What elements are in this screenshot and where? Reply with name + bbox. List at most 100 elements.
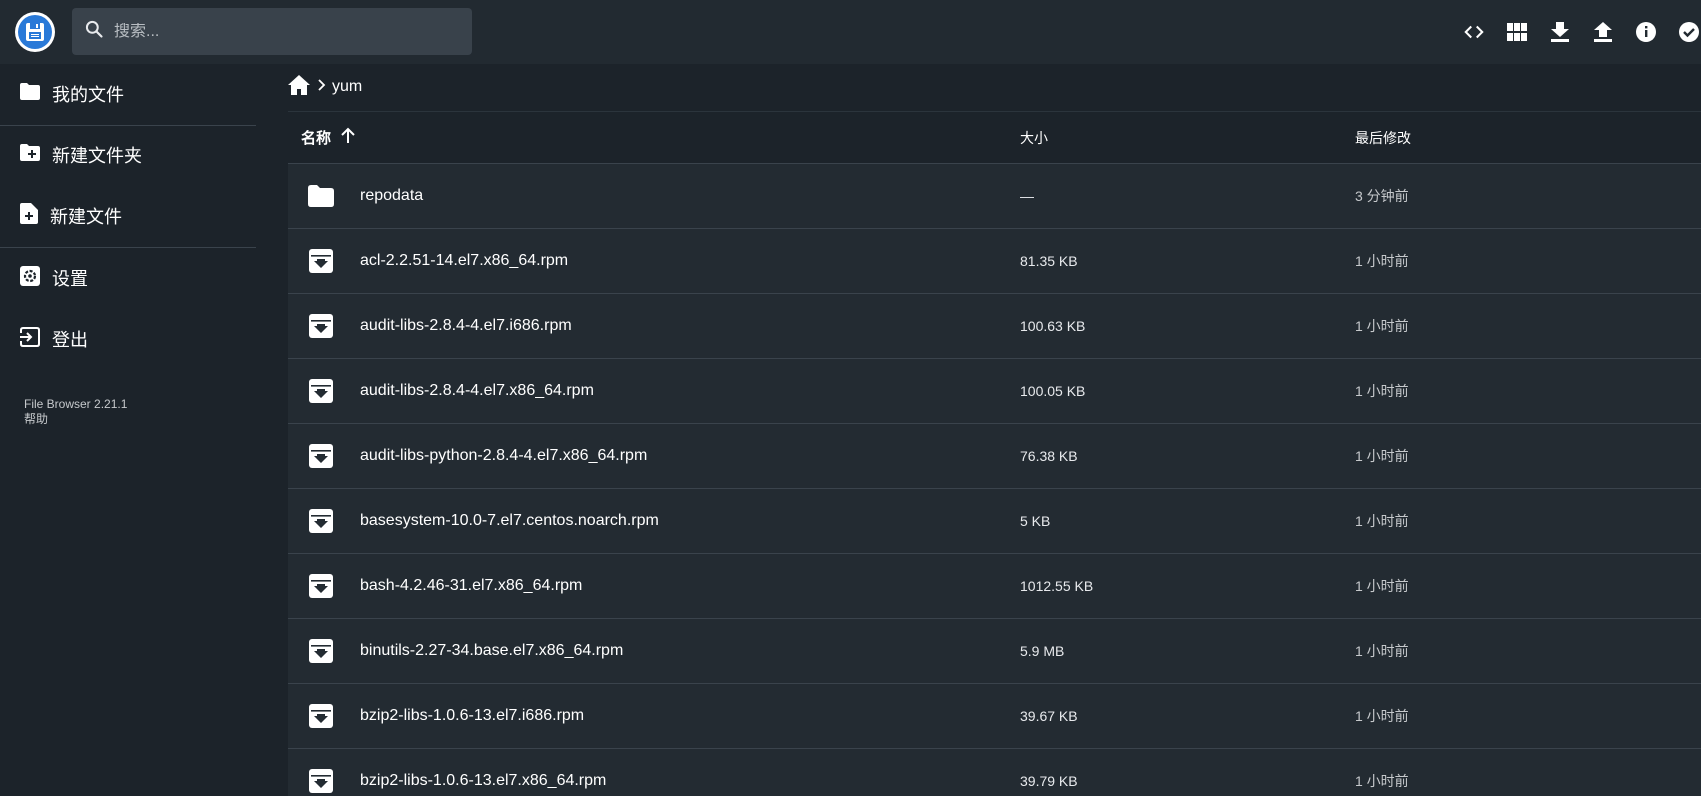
table-row[interactable]: audit-libs-2.8.4-4.el7.i686.rpm 100.63 KB… <box>288 294 1701 359</box>
code-icon[interactable] <box>1462 20 1486 44</box>
table-row[interactable]: bzip2-libs-1.0.6-13.el7.i686.rpm 39.67 KB… <box>288 684 1701 749</box>
new-file-icon <box>20 203 38 229</box>
file-name: bzip2-libs-1.0.6-13.el7.x86_64.rpm <box>360 772 607 789</box>
file-modified: 3 分钟前 <box>1355 188 1409 204</box>
table-row[interactable]: repodata — 3 分钟前 <box>288 164 1701 229</box>
file-modified: 1 小时前 <box>1355 578 1409 594</box>
new-folder-icon <box>20 144 40 166</box>
file-size: 39.79 KB <box>1020 773 1078 789</box>
breadcrumb: yum <box>288 74 362 100</box>
file-modified: 1 小时前 <box>1355 448 1409 464</box>
cell-name: acl-2.2.51-14.el7.x86_64.rpm <box>288 248 1020 274</box>
archive-file-icon <box>308 313 334 339</box>
column-header-size[interactable]: 大小 <box>1020 128 1355 148</box>
archive-file-icon <box>308 703 334 729</box>
file-name: repodata <box>360 187 424 204</box>
table-row[interactable]: binutils-2.27-34.base.el7.x86_64.rpm 5.9 … <box>288 619 1701 684</box>
cell-name: repodata <box>288 183 1020 209</box>
sidebar-item-label: 新建文件 <box>50 207 122 227</box>
archive-file-icon <box>308 638 334 664</box>
column-name-label: 名称 <box>301 130 332 147</box>
file-size: 1012.55 KB <box>1020 578 1094 594</box>
file-size: 76.38 KB <box>1020 448 1078 464</box>
home-icon[interactable] <box>288 74 310 100</box>
cell-name: audit-libs-python-2.8.4-4.el7.x86_64.rpm <box>288 443 1020 469</box>
logout-icon <box>20 326 40 352</box>
file-size: 81.35 KB <box>1020 253 1078 269</box>
sidebar-item-logout[interactable]: 登出 <box>0 319 256 359</box>
file-modified: 1 小时前 <box>1355 708 1409 724</box>
archive-file-icon <box>308 443 334 469</box>
table-row[interactable]: basesystem-10.0-7.el7.centos.noarch.rpm 5… <box>288 489 1701 554</box>
archive-file-icon <box>308 508 334 534</box>
cell-name: basesystem-10.0-7.el7.centos.noarch.rpm <box>288 508 1020 534</box>
file-name: bash-4.2.46-31.el7.x86_64.rpm <box>360 577 583 594</box>
file-size: 5 KB <box>1020 513 1051 529</box>
app-logo[interactable] <box>15 12 55 52</box>
breadcrumb-current[interactable]: yum <box>332 78 362 96</box>
table-row[interactable]: acl-2.2.51-14.el7.x86_64.rpm 81.35 KB 1 小时… <box>288 229 1701 294</box>
folder-icon <box>308 183 334 209</box>
column-header-name[interactable]: 名称 <box>288 127 1020 148</box>
help-link[interactable]: 帮助 <box>24 412 127 427</box>
file-size: 39.67 KB <box>1020 708 1078 724</box>
upload-icon[interactable] <box>1591 20 1615 44</box>
file-modified: 1 小时前 <box>1355 253 1409 269</box>
cell-name: bzip2-libs-1.0.6-13.el7.i686.rpm <box>288 703 1020 729</box>
file-modified: 1 小时前 <box>1355 643 1409 659</box>
file-name: bzip2-libs-1.0.6-13.el7.i686.rpm <box>360 707 585 724</box>
table-row[interactable]: audit-libs-2.8.4-4.el7.x86_64.rpm 100.05 … <box>288 359 1701 424</box>
sidebar-divider <box>0 247 256 248</box>
file-name: audit-libs-python-2.8.4-4.el7.x86_64.rpm <box>360 447 648 464</box>
archive-file-icon <box>308 573 334 599</box>
sidebar-item-label: 新建文件夹 <box>52 146 142 166</box>
settings-icon <box>20 265 40 291</box>
file-modified: 1 小时前 <box>1355 513 1409 529</box>
select-check-icon[interactable] <box>1677 20 1701 44</box>
floppy-disk-icon <box>18 15 52 49</box>
version-text: File Browser 2.21.1 <box>24 397 128 411</box>
arrow-up-icon <box>341 127 355 148</box>
file-modified: 1 小时前 <box>1355 773 1409 789</box>
column-header-modified[interactable]: 最后修改 <box>1355 128 1411 148</box>
archive-file-icon <box>308 768 334 794</box>
archive-file-icon <box>308 248 334 274</box>
grid-view-icon[interactable] <box>1505 20 1529 44</box>
file-size: 100.05 KB <box>1020 383 1086 399</box>
file-modified: 1 小时前 <box>1355 383 1409 399</box>
file-name: basesystem-10.0-7.el7.centos.noarch.rpm <box>360 512 659 529</box>
sidebar-item-label: 登出 <box>52 330 88 350</box>
folder-icon <box>20 83 40 105</box>
credits: File Browser 2.21.1 帮助 <box>24 397 127 427</box>
cell-name: audit-libs-2.8.4-4.el7.x86_64.rpm <box>288 378 1020 404</box>
table-header: 名称 大小 最后修改 <box>288 111 1701 164</box>
sidebar-item-label: 设置 <box>52 269 88 289</box>
file-modified: 1 小时前 <box>1355 318 1409 334</box>
chevron-right-icon <box>318 78 326 96</box>
table-row[interactable]: audit-libs-python-2.8.4-4.el7.x86_64.rpm… <box>288 424 1701 489</box>
file-rows: repodata — 3 分钟前 acl-2.2.51-14.el7.x86_64.r… <box>288 164 1701 796</box>
sidebar: 我的文件 新建文件夹 新建文件 设置 登出 File Browser 2.21.… <box>0 64 256 796</box>
search-box[interactable] <box>72 8 472 55</box>
sidebar-divider <box>0 125 256 126</box>
cell-name: binutils-2.27-34.base.el7.x86_64.rpm <box>288 638 1020 664</box>
header-actions <box>1462 20 1701 44</box>
file-name: acl-2.2.51-14.el7.x86_64.rpm <box>360 252 569 269</box>
download-icon[interactable] <box>1548 20 1572 44</box>
table-row[interactable]: bash-4.2.46-31.el7.x86_64.rpm 1012.55 KB 1… <box>288 554 1701 619</box>
cell-name: bzip2-libs-1.0.6-13.el7.x86_64.rpm <box>288 768 1020 794</box>
cell-name: audit-libs-2.8.4-4.el7.i686.rpm <box>288 313 1020 339</box>
table-row[interactable]: bzip2-libs-1.0.6-13.el7.x86_64.rpm 39.79 … <box>288 749 1701 796</box>
sidebar-item-my-files[interactable]: 我的文件 <box>0 74 256 114</box>
sidebar-item-new-folder[interactable]: 新建文件夹 <box>0 135 256 175</box>
file-size: — <box>1020 188 1034 204</box>
search-icon <box>84 19 104 44</box>
file-name: binutils-2.27-34.base.el7.x86_64.rpm <box>360 642 624 659</box>
sidebar-item-settings[interactable]: 设置 <box>0 258 256 298</box>
file-list: 名称 大小 最后修改 repodata — 3 分钟前 acl-2.2.51-14.e… <box>288 111 1701 796</box>
search-input[interactable] <box>114 22 454 41</box>
info-icon[interactable] <box>1634 20 1658 44</box>
sidebar-item-new-file[interactable]: 新建文件 <box>0 196 256 236</box>
cell-name: bash-4.2.46-31.el7.x86_64.rpm <box>288 573 1020 599</box>
file-size: 5.9 MB <box>1020 643 1065 659</box>
